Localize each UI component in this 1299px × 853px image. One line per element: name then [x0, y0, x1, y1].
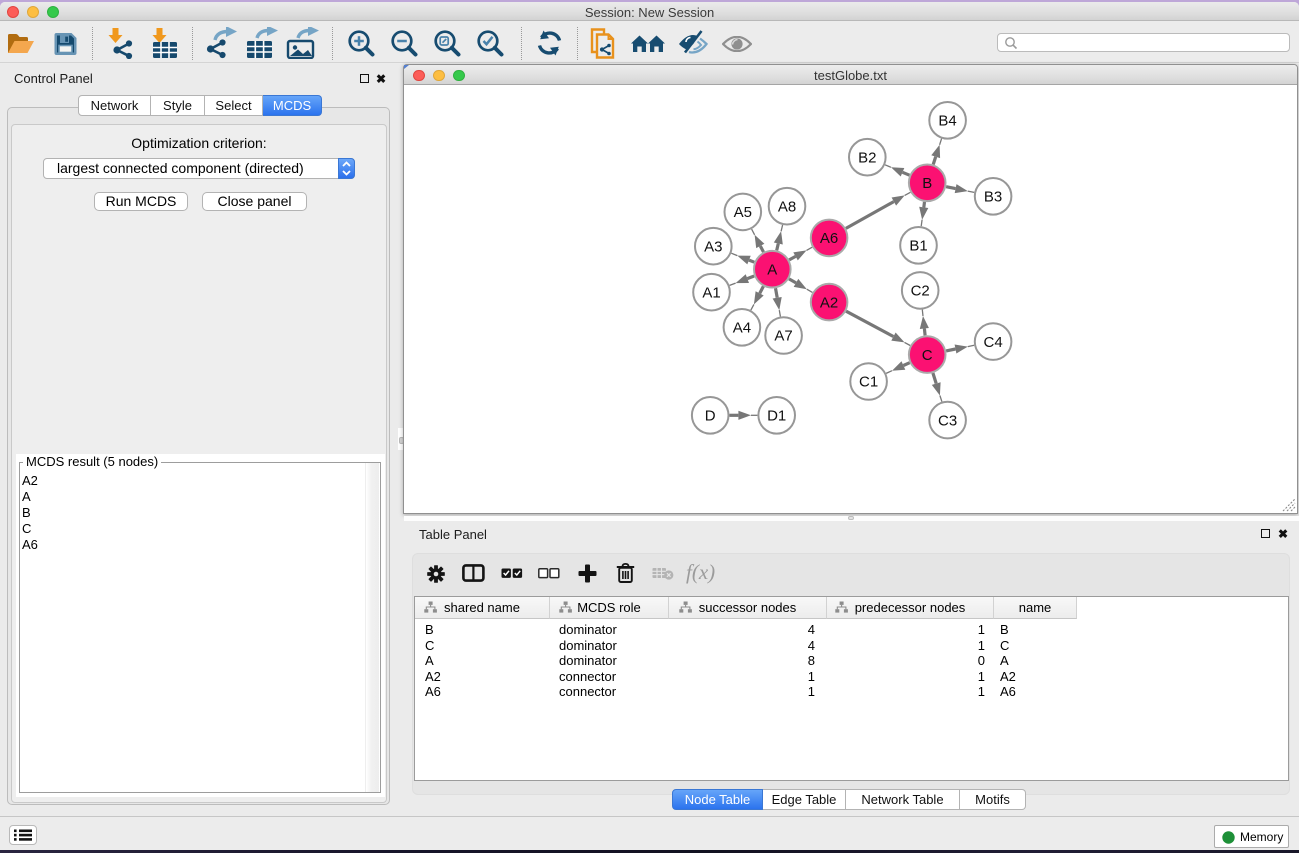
svg-text:B1: B1: [909, 238, 927, 255]
svg-text:B2: B2: [858, 149, 876, 166]
svg-text:A1: A1: [702, 284, 720, 301]
svg-text:B3: B3: [984, 189, 1002, 206]
svg-text:D: D: [705, 408, 716, 425]
svg-text:A6: A6: [820, 230, 838, 247]
svg-text:C1: C1: [859, 374, 878, 391]
svg-text:D1: D1: [767, 408, 786, 425]
svg-text:C4: C4: [984, 334, 1003, 351]
svg-text:C: C: [922, 347, 933, 364]
svg-text:A3: A3: [704, 238, 722, 255]
svg-text:A: A: [767, 261, 777, 278]
svg-text:A4: A4: [733, 320, 751, 337]
svg-text:C2: C2: [911, 283, 930, 300]
svg-text:B: B: [922, 175, 932, 192]
svg-text:A7: A7: [774, 328, 792, 345]
svg-text:A8: A8: [778, 198, 796, 215]
svg-text:A5: A5: [734, 204, 752, 221]
svg-text:B4: B4: [938, 113, 956, 130]
svg-text:C3: C3: [938, 412, 957, 429]
svg-text:A2: A2: [820, 294, 838, 311]
